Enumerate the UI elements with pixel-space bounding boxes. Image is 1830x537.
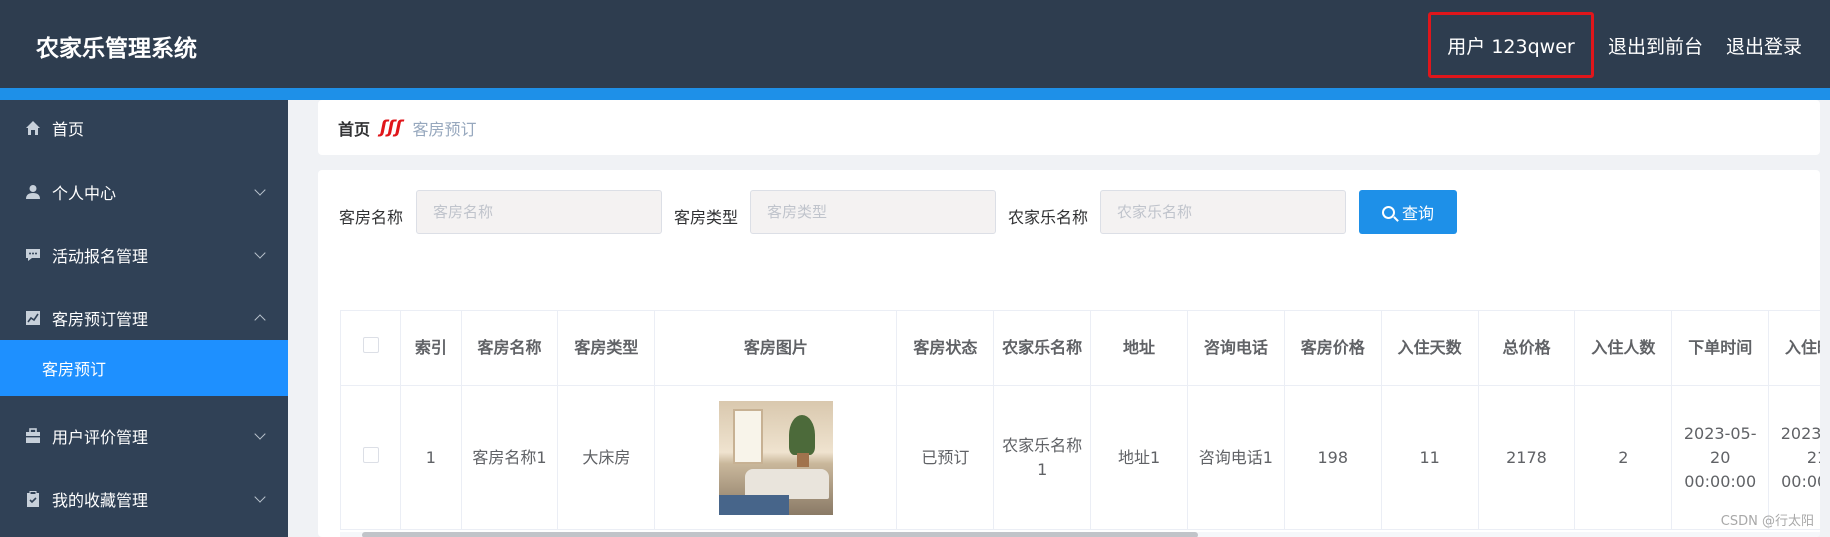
- cell-status: 已预订: [896, 385, 995, 530]
- sidebar-item-activity-signup[interactable]: 活动报名管理: [0, 227, 288, 283]
- column-header: 客房状态: [896, 310, 995, 386]
- select-all-checkbox[interactable]: [362, 337, 379, 353]
- room-name-label: 客房名称: [339, 208, 404, 227]
- cell-checkin-time: 2023-05-21 00:00:00: [1768, 385, 1820, 530]
- cell-guests: 2: [1574, 385, 1673, 530]
- sidebar-item-label: 客房预订管理: [52, 310, 149, 329]
- room-name-input[interactable]: [416, 190, 662, 234]
- cell-room-name: 客房名称1: [460, 385, 559, 530]
- cell-index: 1: [400, 385, 462, 530]
- home-icon: [24, 119, 42, 137]
- breadcrumb-separator: ʃʃʃ: [380, 117, 403, 138]
- sidebar-item-personal-center[interactable]: 个人中心: [0, 164, 288, 220]
- current-user-label: 用户 123qwer: [1428, 12, 1594, 78]
- cell-room-image: [654, 385, 898, 530]
- farm-name-label: 农家乐名称: [1008, 208, 1089, 227]
- top-bar: 农家乐管理系统 用户 123qwer 退出到前台 退出登录: [0, 0, 1830, 88]
- sidebar-item-room-booking[interactable]: 客房预订: [0, 340, 288, 396]
- column-header: 客房名称: [460, 310, 559, 386]
- column-header: 地址: [1090, 310, 1188, 386]
- column-header: 入住人数: [1574, 310, 1673, 386]
- column-header: 索引: [400, 310, 462, 386]
- sidebar-item-user-review[interactable]: 用户评价管理: [0, 408, 288, 464]
- cell-days: 11: [1380, 385, 1479, 530]
- column-header: 客房类型: [557, 310, 656, 386]
- chevron-down-icon: [254, 247, 266, 259]
- column-header: 总价格: [1477, 310, 1576, 386]
- column-header: 客房图片: [654, 310, 898, 386]
- chat-icon: [24, 246, 42, 264]
- farm-name-input[interactable]: [1100, 190, 1346, 234]
- chevron-up-icon: [254, 314, 266, 326]
- chevron-down-icon: [254, 428, 266, 440]
- select-all-checkbox-cell[interactable]: [339, 310, 402, 386]
- user-icon: [24, 183, 42, 201]
- sidebar-item-label: 首页: [52, 120, 85, 139]
- query-button[interactable]: 查询: [1359, 190, 1457, 234]
- room-image-plant: [788, 414, 815, 455]
- horizontal-scrollbar[interactable]: [340, 532, 1820, 537]
- row-checkbox-cell[interactable]: [339, 385, 402, 530]
- briefcase-icon: [24, 427, 42, 445]
- row-checkbox[interactable]: [362, 446, 379, 463]
- table-row[interactable]: 1 客房名称1 大床房 已预订 农家乐名称1 地址1 咨询电话1 198 11 …: [339, 385, 1820, 530]
- room-image[interactable]: [718, 400, 833, 515]
- exit-to-front-link[interactable]: 退出到前台: [1608, 32, 1703, 59]
- cell-farm-name: 农家乐名称1: [993, 385, 1092, 530]
- room-image-pot: [796, 452, 809, 467]
- sidebar-item-my-favorites[interactable]: 我的收藏管理: [0, 471, 288, 527]
- sidebar-item-label: 用户评价管理: [52, 428, 149, 447]
- room-image-window: [732, 408, 763, 464]
- query-button-label: 查询: [1401, 204, 1434, 223]
- column-header: 入住时间: [1768, 310, 1820, 386]
- column-header: 客房价格: [1283, 310, 1382, 386]
- breadcrumb: 首页 ʃʃʃ 客房预订: [318, 100, 1820, 155]
- clipboard-icon: [24, 490, 42, 508]
- app-title: 农家乐管理系统: [36, 36, 197, 62]
- cell-price: 198: [1283, 385, 1382, 530]
- sidebar-item-label: 个人中心: [52, 184, 117, 203]
- sidebar-item-label: 我的收藏管理: [52, 491, 149, 510]
- scrollbar-thumb[interactable]: [362, 532, 1198, 537]
- logout-link[interactable]: 退出登录: [1726, 32, 1802, 59]
- cell-total: 2178: [1477, 385, 1576, 530]
- sidebar-item-label: 客房预订: [42, 360, 107, 379]
- table-header-row: 索引 客房名称 客房类型 客房图片 客房状态 农家乐名称 地址 咨询电话 客房价…: [339, 310, 1820, 386]
- room-booking-table: 索引 客房名称 客房类型 客房图片 客房状态 农家乐名称 地址 咨询电话 客房价…: [339, 310, 1820, 530]
- cell-order-time: 2023-05-20 00:00:00: [1671, 385, 1770, 530]
- chevron-down-icon: [254, 491, 266, 503]
- room-type-input[interactable]: [750, 190, 996, 234]
- breadcrumb-home[interactable]: 首页: [338, 116, 370, 140]
- sidebar-item-room-booking-mgmt[interactable]: 客房预订管理: [0, 290, 288, 346]
- sidebar-item-home[interactable]: 首页: [0, 100, 288, 156]
- column-header: 下单时间: [1671, 310, 1770, 386]
- column-header: 入住天数: [1380, 310, 1479, 386]
- chart-icon: [24, 309, 42, 327]
- watermark: CSDN @行太阳: [1720, 514, 1814, 529]
- room-type-label: 客房类型: [674, 208, 739, 227]
- main-content: 客房名称 客房类型 农家乐名称 查询 索引 客房名称 客房类型 客房图片 客房状…: [318, 170, 1820, 537]
- column-header: 农家乐名称: [993, 310, 1092, 386]
- room-image-rug: [718, 494, 789, 515]
- cell-room-type: 大床房: [557, 385, 656, 530]
- search-icon: [1381, 205, 1395, 219]
- sidebar: 首页 个人中心 活动报名管理 客房预订管理 客房预订 用户评价管理 我的收藏管理: [0, 100, 288, 537]
- breadcrumb-current: 客房预订: [412, 119, 477, 139]
- user-label-text: 用户 123qwer: [1447, 35, 1575, 58]
- header-accent-bar: [0, 88, 1830, 100]
- cell-phone: 咨询电话1: [1186, 385, 1285, 530]
- sidebar-item-label: 活动报名管理: [52, 247, 149, 266]
- cell-address: 地址1: [1090, 385, 1188, 530]
- column-header: 咨询电话: [1186, 310, 1285, 386]
- chevron-down-icon: [254, 184, 266, 196]
